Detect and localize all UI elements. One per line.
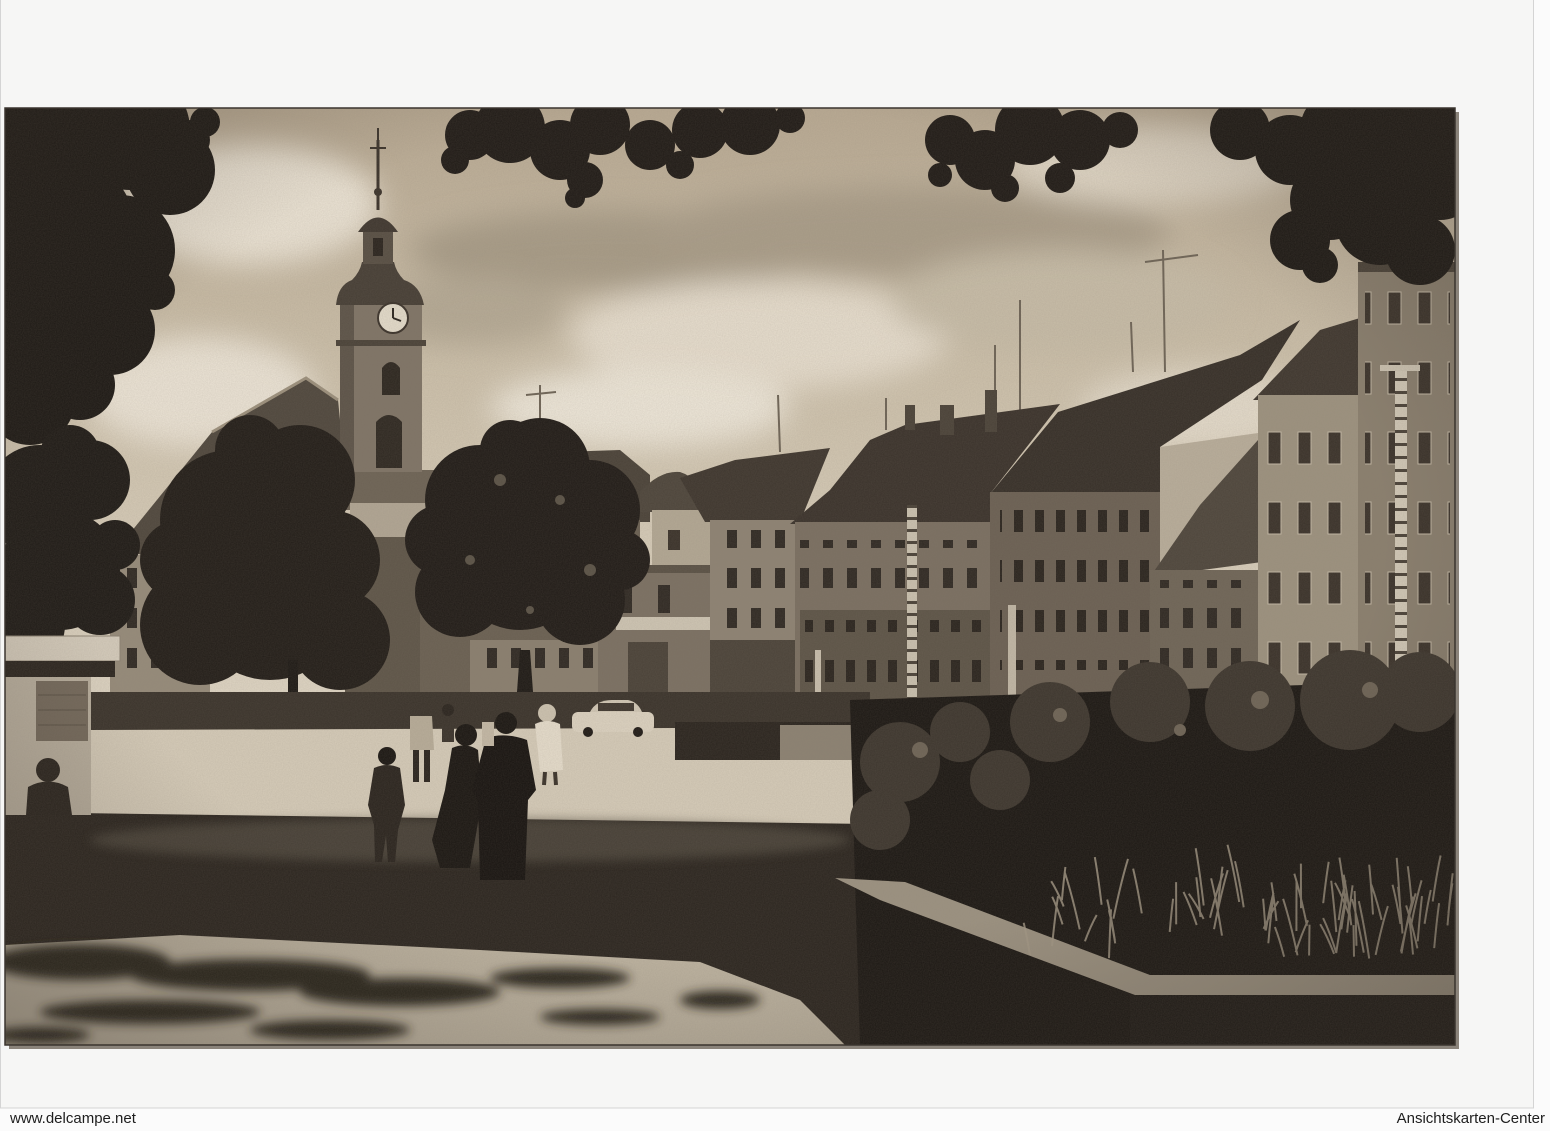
photo-grain [5,108,1455,1045]
watermark-left: www.delcampe.net [10,1110,136,1127]
watermark-right: Ansichtskarten-Center [1396,1110,1545,1127]
photo [5,108,1455,1045]
postcard-scan [0,0,1534,1109]
